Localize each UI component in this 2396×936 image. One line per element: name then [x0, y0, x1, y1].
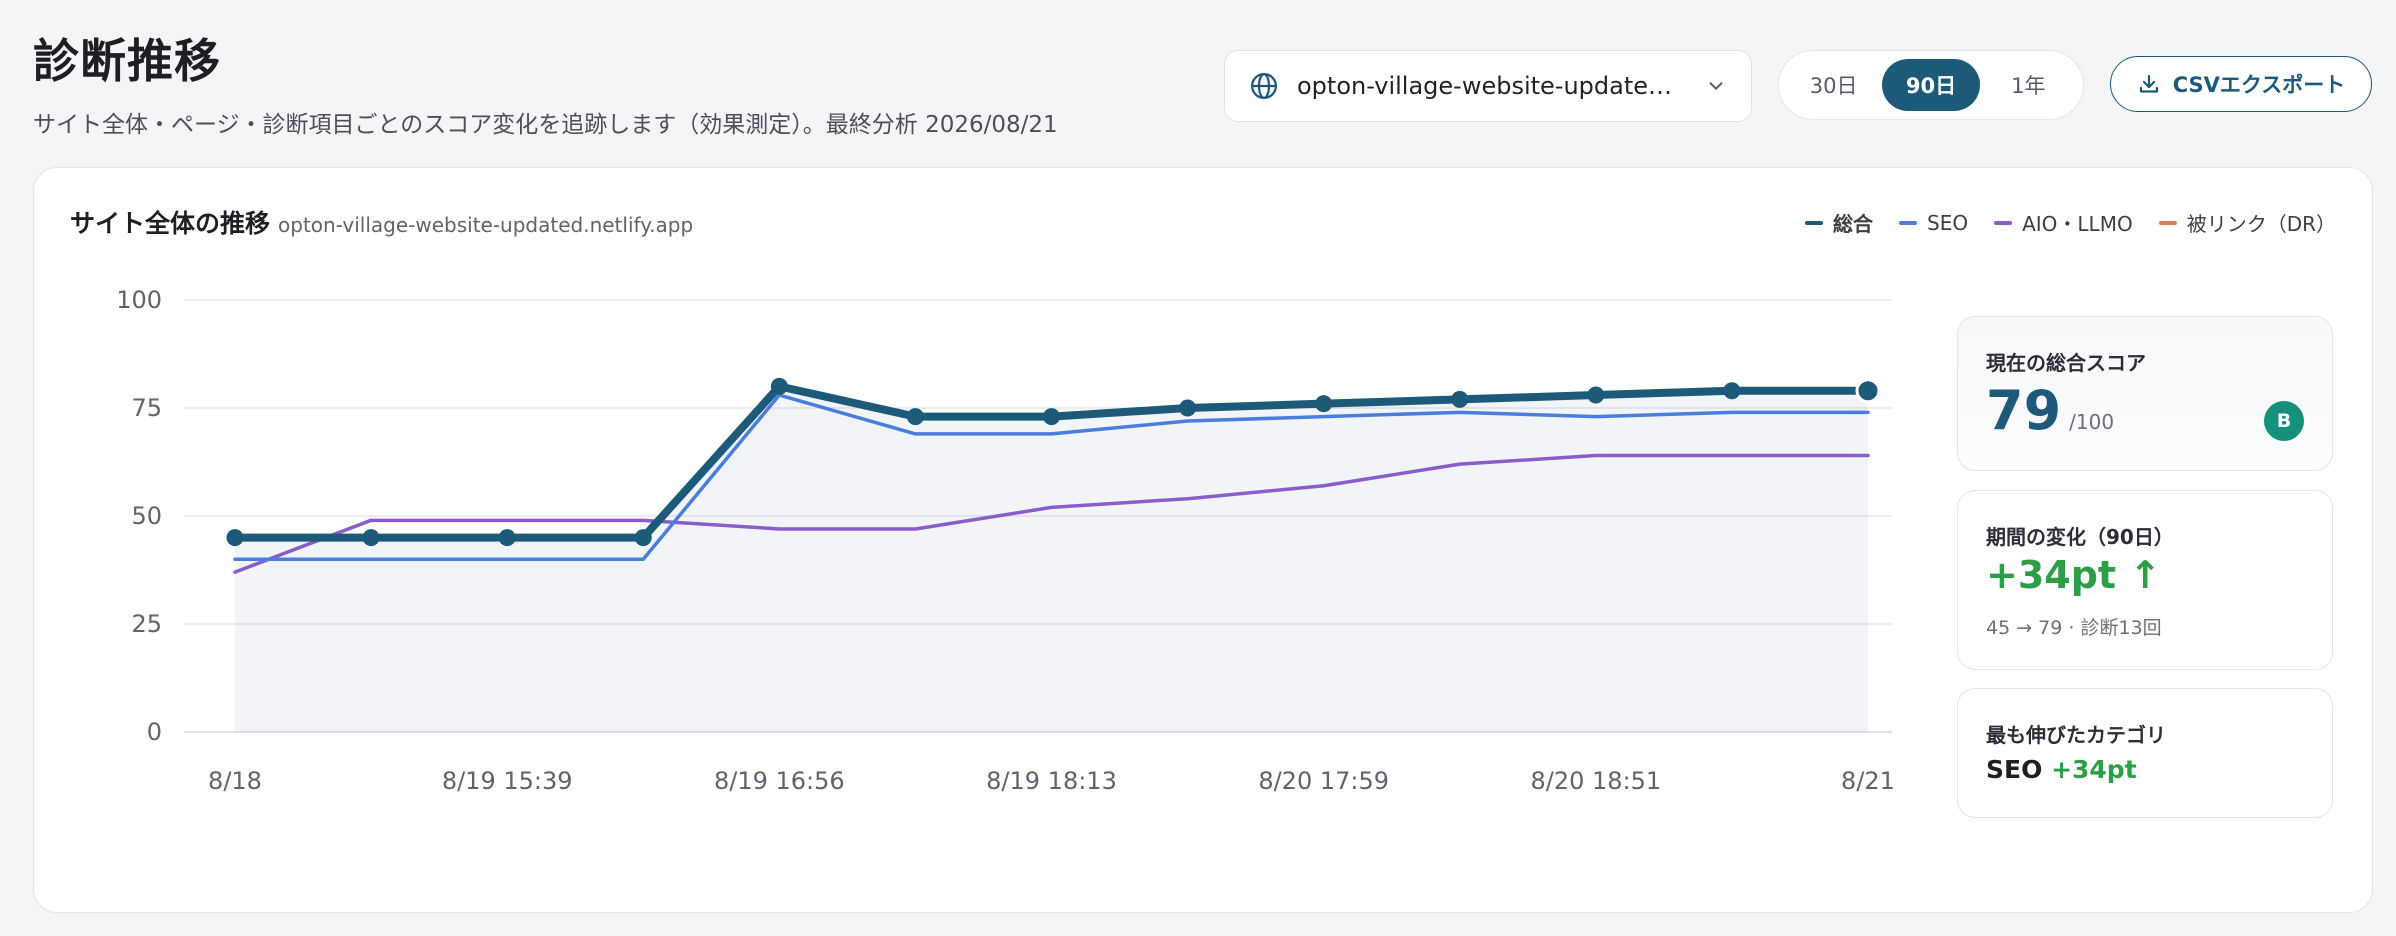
- range-toggle-group: 30日 90日 1年: [1778, 50, 2084, 120]
- x-tick-label: 8/19 16:56: [714, 767, 845, 795]
- total-data-point: [1587, 386, 1605, 404]
- download-icon: [2139, 74, 2158, 93]
- site-select-dropdown[interactable]: opton-village-website-updated.netl...: [1224, 50, 1752, 122]
- legend-label-backlink: 被リンク（DR）: [2186, 212, 2336, 236]
- period-change-detail: 45 → 79 · 診断13回: [1986, 617, 2162, 639]
- total-data-point: [770, 377, 788, 395]
- chevron-down-icon: [1709, 82, 1723, 90]
- y-tick-label: 100: [116, 286, 162, 314]
- current-score-max: /100: [2069, 410, 2115, 434]
- site-select-value: opton-village-website-updated.netl...: [1297, 72, 1687, 100]
- current-score-label: 現在の総合スコア: [1986, 351, 2146, 375]
- x-tick-label: 8/20 17:59: [1258, 767, 1389, 795]
- total-data-point: [634, 529, 652, 547]
- total-data-point: [1451, 390, 1469, 408]
- total-data-point: [1855, 378, 1881, 404]
- y-tick-label: 25: [131, 610, 162, 638]
- legend-swatch-aio: [1994, 220, 2013, 225]
- total-data-point: [1723, 382, 1741, 400]
- total-data-point: [226, 529, 244, 547]
- range-1y-button[interactable]: 1年: [1980, 59, 2077, 111]
- page-subtitle: サイト全体・ページ・診断項目ごとのスコア変化を追跡します（効果測定）。最終分析 …: [33, 112, 1058, 138]
- x-tick-label: 8/19 18:13: [986, 767, 1117, 795]
- best-category-label: 最も伸びたカテゴリ: [1986, 723, 2166, 747]
- trend-line-chart: 0 25 50 75 100 8/18 8/19 15:39 8/19 16:56 8/19 1…: [116, 286, 1895, 795]
- x-tick-label: 8/19 15:39: [442, 767, 573, 795]
- legend-label-aio: AIO・LLMO: [2022, 212, 2133, 236]
- best-category-gain: +34pt: [2051, 755, 2137, 784]
- legend-swatch-backlink: [2158, 220, 2177, 225]
- y-tick-label: 75: [131, 394, 162, 422]
- csv-export-button[interactable]: CSVエクスポート: [2110, 56, 2372, 112]
- best-category-name: SEO: [1986, 755, 2043, 784]
- range-90d-button[interactable]: 90日: [1882, 59, 1980, 111]
- best-category: SEO +34pt: [1986, 755, 2137, 784]
- grade-badge: B: [2264, 401, 2304, 441]
- total-data-point: [1043, 408, 1060, 426]
- x-tick-label: 8/18: [208, 767, 262, 795]
- total-data-point: [362, 529, 380, 547]
- total-data-point: [1179, 399, 1197, 417]
- legend-item-backlink: 被リンク（DR）: [2158, 208, 2336, 237]
- total-data-point: [906, 408, 924, 426]
- diagnosis-trend-page: 診断推移 サイト全体・ページ・診断項目ごとのスコア変化を追跡します（効果測定）。…: [0, 0, 2396, 936]
- y-tick-label: 0: [147, 718, 162, 746]
- x-tick-label: 8/21: [1841, 767, 1895, 795]
- range-30d-button[interactable]: 30日: [1785, 59, 1882, 111]
- page-title: 診断推移: [33, 34, 221, 88]
- total-data-point: [1315, 395, 1333, 413]
- trend-card: サイト全体の推移 opton-village-website-updated.n…: [33, 167, 2373, 913]
- page-header: 診断推移 サイト全体・ページ・診断項目ごとのスコア変化を追跡します（効果測定）。…: [33, 30, 1058, 140]
- period-change-value: +34pt ↑: [1986, 553, 2162, 597]
- current-score-value: 79: [1986, 379, 2062, 442]
- legend-item-aio: AIO・LLMO: [1994, 208, 2133, 237]
- globe-icon: [1251, 73, 1277, 99]
- y-tick-label: 50: [131, 502, 162, 530]
- period-change-label: 期間の変化（90日）: [1986, 525, 2174, 549]
- best-category-card: 最も伸びたカテゴリ SEO +34pt: [1957, 688, 2333, 818]
- total-data-point: [498, 529, 516, 547]
- current-score: 79 /100: [1986, 381, 2114, 441]
- current-score-card: 現在の総合スコア 79 /100 B: [1957, 316, 2333, 471]
- x-tick-label: 8/20 18:51: [1530, 767, 1661, 795]
- period-change-card: 期間の変化（90日） +34pt ↑ 45 → 79 · 診断13回: [1957, 490, 2333, 670]
- csv-export-label: CSVエクスポート: [2172, 73, 2346, 97]
